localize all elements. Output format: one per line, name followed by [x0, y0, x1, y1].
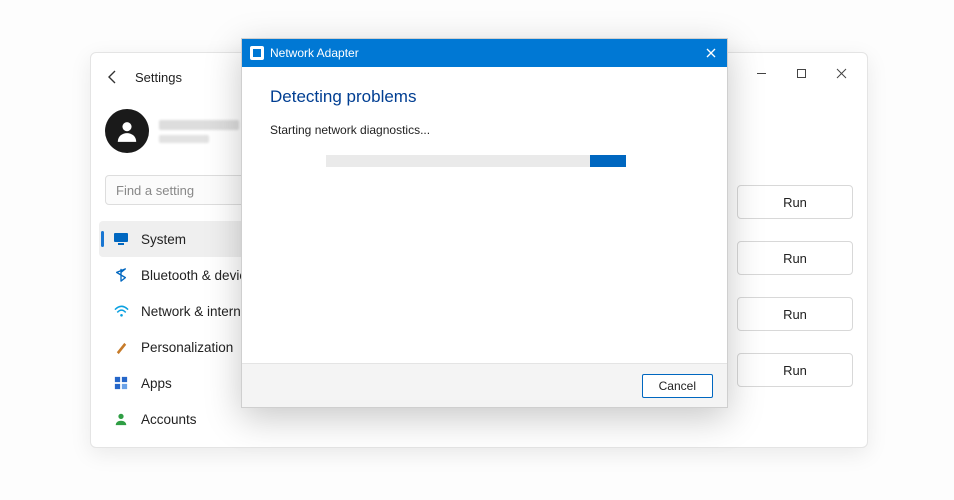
progress-fill — [590, 155, 626, 167]
sidebar-item-label: Personalization — [141, 340, 233, 355]
profile-text — [159, 120, 239, 143]
troubleshooter-titlebar: Network Adapter — [242, 39, 727, 67]
close-button[interactable] — [821, 59, 861, 87]
troubleshooter-app-icon — [250, 46, 264, 60]
run-button[interactable]: Run — [737, 185, 853, 219]
run-button[interactable]: Run — [737, 241, 853, 275]
troubleshooter-footer: Cancel — [242, 363, 727, 407]
sidebar-item-label: System — [141, 232, 186, 247]
apps-icon — [113, 375, 129, 391]
bluetooth-icon — [113, 267, 129, 283]
close-icon[interactable] — [701, 43, 721, 63]
sidebar-item-label: Network & internet — [141, 304, 252, 319]
header-area: Settings — [105, 69, 182, 85]
minimize-button[interactable] — [741, 59, 781, 87]
run-button-list: Run Run Run Run — [737, 185, 853, 387]
avatar — [105, 109, 149, 153]
person-icon — [113, 411, 129, 427]
progress-bar — [326, 155, 626, 167]
monitor-icon — [113, 231, 129, 247]
run-button[interactable]: Run — [737, 353, 853, 387]
troubleshooter-dialog: Network Adapter Detecting problems Start… — [241, 38, 728, 408]
troubleshooter-heading: Detecting problems — [270, 87, 699, 107]
cancel-button[interactable]: Cancel — [642, 374, 713, 398]
troubleshooter-status: Starting network diagnostics... — [270, 123, 699, 137]
back-icon[interactable] — [105, 69, 121, 85]
troubleshooter-title: Network Adapter — [270, 46, 359, 60]
sidebar-item-label: Apps — [141, 376, 172, 391]
brush-icon — [113, 339, 129, 355]
page-title: Settings — [135, 70, 182, 85]
wifi-icon — [113, 303, 129, 319]
run-button[interactable]: Run — [737, 297, 853, 331]
sidebar-item-label: Accounts — [141, 412, 197, 427]
troubleshooter-body: Detecting problems Starting network diag… — [242, 67, 727, 363]
maximize-button[interactable] — [781, 59, 821, 87]
profile-block[interactable] — [105, 109, 239, 153]
